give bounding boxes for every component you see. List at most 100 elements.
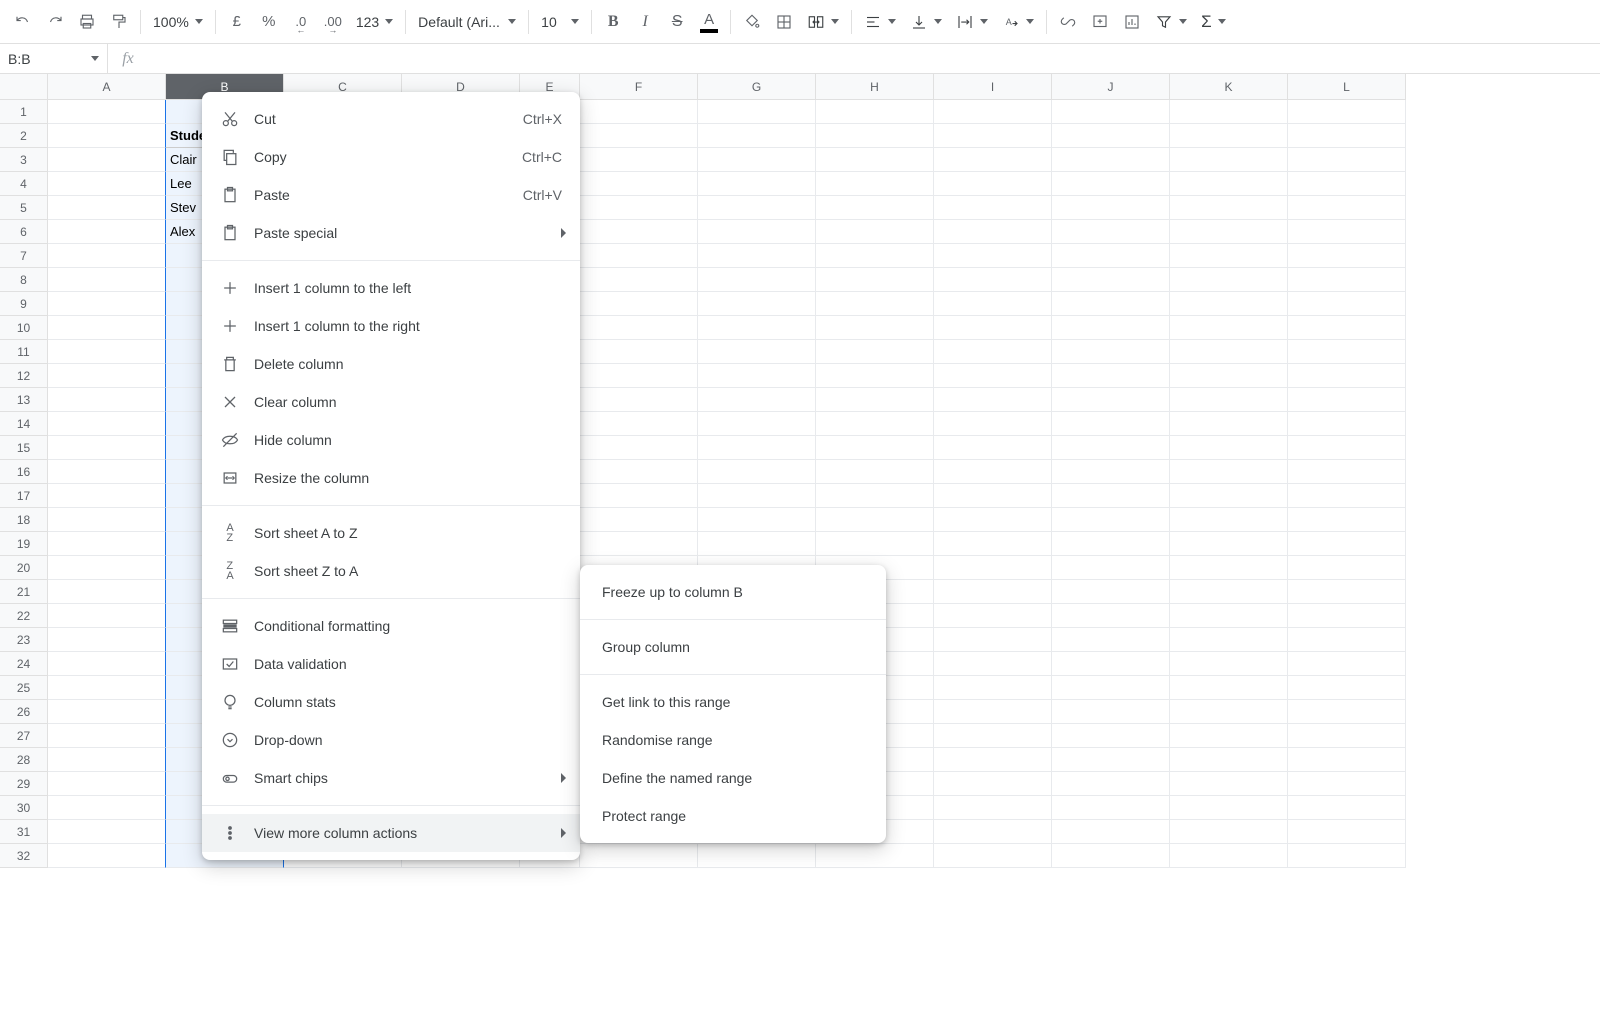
cell[interactable] (1170, 676, 1288, 700)
cell[interactable] (934, 724, 1052, 748)
cell[interactable] (934, 100, 1052, 124)
cell[interactable] (1052, 556, 1170, 580)
cell[interactable] (1288, 148, 1406, 172)
cell[interactable] (1170, 124, 1288, 148)
row-header[interactable]: 21 (0, 580, 48, 604)
zoom-dropdown[interactable]: 100% (147, 7, 209, 37)
ctx-define-named-range[interactable]: Define the named range (580, 759, 886, 797)
cell[interactable] (698, 508, 816, 532)
cell[interactable] (816, 364, 934, 388)
row-header[interactable]: 18 (0, 508, 48, 532)
cell[interactable] (1052, 340, 1170, 364)
cell[interactable] (816, 100, 934, 124)
ctx-get-link[interactable]: Get link to this range (580, 683, 886, 721)
cell[interactable] (1052, 268, 1170, 292)
cell[interactable] (580, 484, 698, 508)
cell[interactable] (1288, 844, 1406, 868)
row-header[interactable]: 29 (0, 772, 48, 796)
cell[interactable] (48, 796, 166, 820)
functions-dropdown[interactable]: Σ (1195, 7, 1232, 37)
cell[interactable] (1052, 700, 1170, 724)
cell[interactable] (580, 412, 698, 436)
more-formats-dropdown[interactable]: 123 (350, 7, 399, 37)
row-header[interactable]: 1 (0, 100, 48, 124)
cell[interactable] (698, 460, 816, 484)
cell[interactable] (580, 172, 698, 196)
cell[interactable] (1288, 556, 1406, 580)
cell[interactable] (1288, 652, 1406, 676)
cell[interactable] (1288, 460, 1406, 484)
ctx-dropdown[interactable]: Drop-down (202, 721, 580, 759)
row-header[interactable]: 6 (0, 220, 48, 244)
insert-link-button[interactable] (1053, 7, 1083, 37)
cell[interactable] (48, 124, 166, 148)
cell[interactable] (1288, 244, 1406, 268)
merge-cells-dropdown[interactable] (801, 7, 845, 37)
text-rotation-dropdown[interactable]: A (996, 7, 1040, 37)
ctx-group-column[interactable]: Group column (580, 628, 886, 666)
cell[interactable] (934, 628, 1052, 652)
cell[interactable] (1170, 292, 1288, 316)
cell[interactable] (934, 556, 1052, 580)
cell[interactable] (48, 412, 166, 436)
cell[interactable] (1170, 748, 1288, 772)
cell[interactable] (1170, 244, 1288, 268)
cell[interactable] (816, 460, 934, 484)
cell[interactable] (580, 148, 698, 172)
cell[interactable] (48, 724, 166, 748)
cell[interactable] (698, 484, 816, 508)
row-header[interactable]: 26 (0, 700, 48, 724)
cell[interactable] (1052, 364, 1170, 388)
cell[interactable] (48, 436, 166, 460)
cell[interactable] (1288, 124, 1406, 148)
cell[interactable] (1052, 652, 1170, 676)
cell[interactable] (934, 388, 1052, 412)
cell[interactable] (1288, 172, 1406, 196)
redo-button[interactable] (40, 7, 70, 37)
cell[interactable] (1288, 700, 1406, 724)
col-header-I[interactable]: I (934, 74, 1052, 100)
ctx-sort-za[interactable]: ZA Sort sheet Z to A (202, 552, 580, 590)
cell[interactable] (816, 484, 934, 508)
cell[interactable] (580, 340, 698, 364)
cell[interactable] (48, 388, 166, 412)
ctx-smart-chips[interactable]: Smart chips (202, 759, 580, 797)
cell[interactable] (1170, 364, 1288, 388)
cell[interactable] (1288, 220, 1406, 244)
row-header[interactable]: 10 (0, 316, 48, 340)
cell[interactable] (934, 244, 1052, 268)
cell[interactable] (580, 196, 698, 220)
row-header[interactable]: 4 (0, 172, 48, 196)
cell[interactable] (48, 604, 166, 628)
cell[interactable] (1288, 772, 1406, 796)
cell[interactable] (1288, 268, 1406, 292)
vertical-align-dropdown[interactable] (904, 7, 948, 37)
cell[interactable] (1170, 820, 1288, 844)
cell[interactable] (934, 436, 1052, 460)
cell[interactable] (934, 820, 1052, 844)
font-dropdown[interactable]: Default (Ari... (412, 7, 522, 37)
ctx-delete-column[interactable]: Delete column (202, 345, 580, 383)
select-all-corner[interactable] (0, 74, 48, 100)
cell[interactable] (816, 436, 934, 460)
cell[interactable] (698, 532, 816, 556)
cell[interactable] (580, 124, 698, 148)
cell[interactable] (816, 124, 934, 148)
cell[interactable] (48, 676, 166, 700)
paint-format-button[interactable] (104, 7, 134, 37)
cell[interactable] (698, 100, 816, 124)
cell[interactable] (934, 412, 1052, 436)
cell[interactable] (1052, 172, 1170, 196)
cell[interactable] (698, 244, 816, 268)
percent-button[interactable]: % (254, 7, 284, 37)
cell[interactable] (934, 172, 1052, 196)
cell[interactable] (48, 844, 166, 868)
currency-button[interactable]: £ (222, 7, 252, 37)
cell[interactable] (1288, 820, 1406, 844)
cell[interactable] (1170, 772, 1288, 796)
cell[interactable] (1288, 796, 1406, 820)
cell[interactable] (698, 148, 816, 172)
row-header[interactable]: 9 (0, 292, 48, 316)
cell[interactable] (698, 844, 816, 868)
cell[interactable] (934, 196, 1052, 220)
